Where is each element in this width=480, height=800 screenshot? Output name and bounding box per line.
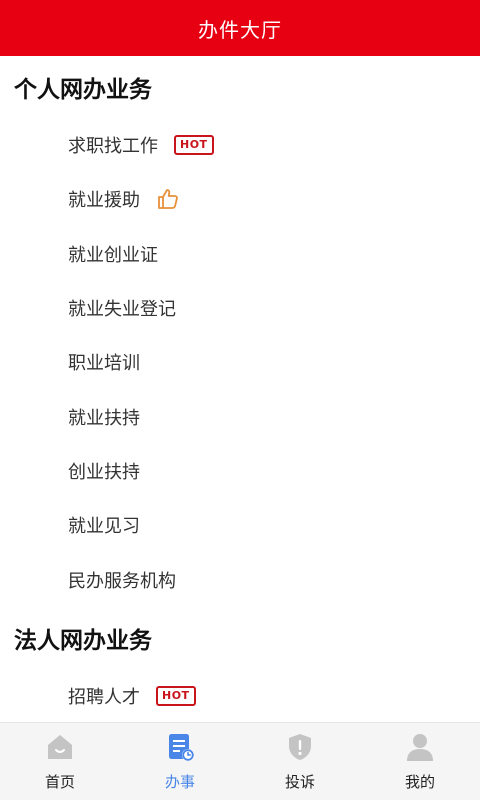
- tab-label: 办事: [164, 773, 195, 791]
- menu-item-label: 创业扶持: [68, 461, 140, 483]
- menu-item-employment-support[interactable]: 就业扶持: [0, 389, 480, 443]
- tab-home[interactable]: 首页: [0, 723, 120, 800]
- menu-item-label: 民办服务机构: [68, 570, 176, 592]
- tab-label: 首页: [44, 773, 75, 791]
- hot-badge: HOT: [174, 135, 214, 156]
- tab-label: 投诉: [284, 773, 315, 791]
- menu-item-employment-certificate[interactable]: 就业创业证: [0, 227, 480, 281]
- section-title-corporate: 法人网办业务: [14, 627, 152, 654]
- menu-item-employment-aid[interactable]: 就业援助: [0, 172, 480, 226]
- menu-item-recruit-talent[interactable]: 招聘人才 HOT: [0, 669, 480, 722]
- hot-badge: HOT: [156, 685, 196, 706]
- menu-item-label: 职业培训: [68, 353, 140, 375]
- user-icon: [404, 731, 436, 763]
- tab-profile[interactable]: 我的: [360, 723, 480, 800]
- menu-item-internship[interactable]: 就业见习: [0, 498, 480, 552]
- tab-services[interactable]: 办事: [120, 723, 240, 800]
- service-list: 个人网办业务 求职找工作 HOT 就业援助 就业创业证 就业失业登记 职业培训 …: [0, 56, 480, 722]
- menu-item-private-agencies[interactable]: 民办服务机构: [0, 552, 480, 606]
- menu-item-label: 就业扶持: [68, 407, 140, 429]
- tab-label: 我的: [404, 773, 435, 791]
- menu-item-job-search[interactable]: 求职找工作 HOT: [0, 118, 480, 172]
- tab-complaints[interactable]: 投诉: [240, 723, 360, 800]
- page-title: 办件大厅: [198, 17, 282, 42]
- menu-item-unemployment-registration[interactable]: 就业失业登记: [0, 281, 480, 335]
- menu-item-label: 就业见习: [68, 516, 140, 538]
- menu-item-label: 招聘人才: [68, 686, 140, 708]
- home-icon: [44, 731, 76, 763]
- menu-item-label: 求职找工作: [68, 136, 158, 158]
- app-header: 办件大厅: [0, 0, 480, 56]
- menu-item-vocational-training[interactable]: 职业培训: [0, 335, 480, 389]
- menu-item-label: 就业援助: [68, 190, 140, 212]
- section-title-personal: 个人网办业务: [14, 77, 152, 103]
- menu-item-entrepreneurship-support[interactable]: 创业扶持: [0, 444, 480, 498]
- menu-item-label: 就业失业登记: [68, 299, 176, 321]
- bottom-tab-bar: 首页 办事 投诉 我的: [0, 722, 480, 800]
- thumbs-up-icon: [156, 187, 180, 211]
- menu-item-label: 就业创业证: [68, 244, 158, 266]
- shield-alert-icon: [284, 731, 316, 763]
- document-clock-icon: [164, 731, 196, 763]
